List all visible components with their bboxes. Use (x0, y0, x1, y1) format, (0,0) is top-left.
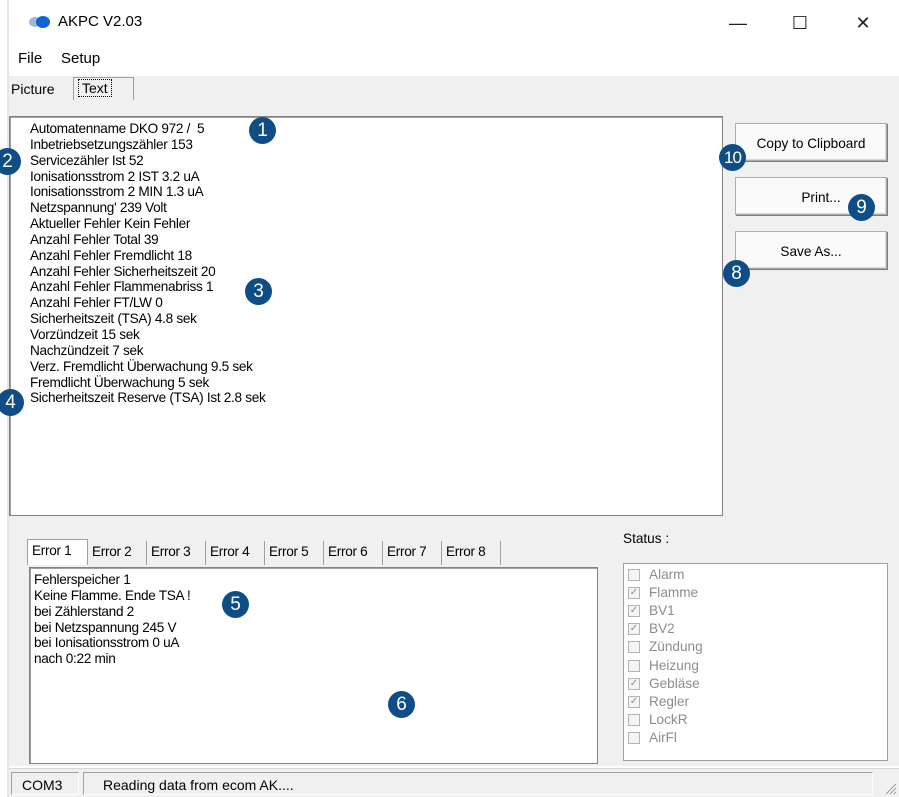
callout-badge-1: 1 (249, 117, 276, 144)
checkmark-icon: ✓ (628, 605, 640, 618)
minimize-button[interactable]: — (718, 10, 758, 36)
info-line: Netzspannung' 239 Volt (30, 200, 167, 216)
error-text-box[interactable]: Fehlerspeicher 1 Keine Flamme. Ende TSA !… (29, 567, 598, 764)
checkmark-icon: ✓ (628, 695, 640, 708)
status-checkbox-label: BV2 (649, 621, 675, 637)
info-line: Anzahl Fehler FT/LW 0 (30, 295, 163, 311)
title-bar[interactable]: AKPC V2.03 — ☐ ✕ (9, 0, 899, 42)
error-text-lines: Fehlerspeicher 1 Keine Flamme. Ende TSA !… (34, 572, 191, 667)
info-text-lines: Automatenname DKO 972 / 5 Inbetriebsetzun… (30, 121, 266, 406)
checkmark-icon: ✓ (628, 677, 640, 690)
copy-to-clipboard-label: Copy to Clipboard (756, 136, 866, 151)
info-line: Verz. Fremdlicht Überwachung 9.5 sek (30, 358, 253, 374)
checkbox-empty-icon (628, 569, 640, 581)
info-line: Sicherheitszeit Reserve (TSA) Ist 2.8 se… (30, 390, 266, 406)
menu-setup[interactable]: Setup (61, 50, 100, 67)
error-line: bei Ionisationsstrom 0 uA (34, 635, 180, 651)
status-checkbox-label: Regler (649, 693, 690, 709)
error-line: Fehlerspeicher 1 (34, 572, 131, 587)
info-line: Fremdlicht Überwachung 5 sek (30, 374, 209, 390)
info-text-box[interactable]: Automatenname DKO 972 / 5 Inbetriebsetzun… (9, 116, 723, 516)
status-panel: Alarm ✓ Flamme ✓ BV1 ✓ BV2 Zündung Heizung ✓ Geblä… (623, 563, 888, 761)
callout-badge-9: 9 (848, 194, 875, 221)
info-line: Ionisationsstrom 2 MIN 1.3 uA (30, 184, 204, 200)
info-line: Servicezähler Ist 52 (30, 152, 144, 168)
info-line: Nachzündzeit 7 sek (30, 342, 144, 358)
close-button[interactable]: ✕ (843, 10, 883, 36)
window-title: AKPC V2.03 (58, 13, 143, 30)
checkmark-icon: ✓ (628, 587, 640, 600)
callout-badge-6: 6 (388, 691, 415, 718)
statusbar-message: Reading data from ecom AK.... (83, 772, 873, 795)
save-as-label: Save As... (780, 244, 842, 259)
error-line: nach 0:22 min (34, 651, 116, 667)
callout-badge-8: 8 (723, 260, 750, 287)
error-line: Keine Flamme. Ende TSA ! (34, 587, 191, 603)
tab-error-4[interactable]: Error 4 (206, 541, 265, 565)
tab-error-6[interactable]: Error 6 (324, 541, 383, 565)
app-icon (29, 16, 50, 28)
checkbox-empty-icon (628, 731, 640, 744)
info-line: Anzahl Fehler Fremdlicht 18 (30, 247, 192, 263)
checkbox-empty-icon (628, 713, 640, 726)
copy-to-clipboard-button[interactable]: Copy to Clipboard (735, 123, 887, 161)
status-checkbox-label: Flamme (649, 585, 699, 601)
tab-error-7[interactable]: Error 7 (383, 541, 442, 565)
status-label: Status : (623, 531, 670, 546)
statusbar-port: COM3 (11, 772, 79, 795)
info-line: Vorzündzeit 15 sek (30, 326, 140, 342)
status-checkbox-label: Zündung (649, 639, 703, 655)
callout-badge-10: 10 (719, 144, 746, 171)
info-line: Anzahl Fehler Flammenabriss 1 (30, 279, 214, 295)
status-checkbox-label: AirFl (649, 729, 677, 745)
error-line: bei Zählerstand 2 (34, 603, 134, 619)
info-line: Aktueller Fehler Kein Fehler (30, 216, 191, 232)
callout-badge-3: 3 (245, 278, 272, 305)
tab-text-label: Text (78, 79, 112, 97)
tab-picture[interactable]: Picture (11, 81, 55, 97)
checkmark-icon: ✓ (628, 623, 640, 636)
error-line: bei Netzspannung 245 V (34, 619, 177, 635)
status-checkbox-label: Heizung (649, 657, 699, 673)
save-as-button[interactable]: Save As... (735, 231, 887, 269)
info-line: Anzahl Fehler Sicherheitszeit 20 (30, 263, 216, 279)
menu-file[interactable]: File (18, 50, 42, 67)
status-checkbox-label: LockR (649, 711, 688, 727)
tab-picture-label: Picture (11, 81, 55, 97)
tab-error-8[interactable]: Error 8 (442, 541, 501, 565)
info-line: Inbetriebsetzungszähler 153 (30, 136, 193, 152)
info-line: Ionisationsstrom 2 IST 3.2 uA (30, 168, 200, 184)
status-checkbox-label: Alarm (649, 567, 685, 582)
info-line: Sicherheitszeit (TSA) 4.8 sek (30, 311, 197, 327)
status-bar: COM3 Reading data from ecom AK.... (9, 768, 899, 797)
maximize-button[interactable]: ☐ (780, 10, 820, 36)
info-line: Automatenname DKO 972 / 5 (30, 121, 205, 136)
tab-error-1[interactable]: Error 1 (27, 539, 88, 565)
tab-error-3[interactable]: Error 3 (147, 541, 206, 565)
status-checkbox-label: BV1 (649, 603, 675, 619)
checkbox-empty-icon (628, 641, 640, 654)
tab-text[interactable]: Text (73, 77, 134, 100)
checkbox-empty-icon (628, 659, 640, 672)
status-checkbox-label: Gebläse (649, 675, 700, 691)
tab-error-2[interactable]: Error 2 (88, 541, 147, 565)
callout-badge-5: 5 (222, 591, 249, 618)
info-line: Anzahl Fehler Total 39 (30, 231, 159, 247)
tab-error-5[interactable]: Error 5 (265, 541, 324, 565)
resize-grip-icon[interactable] (883, 781, 897, 795)
